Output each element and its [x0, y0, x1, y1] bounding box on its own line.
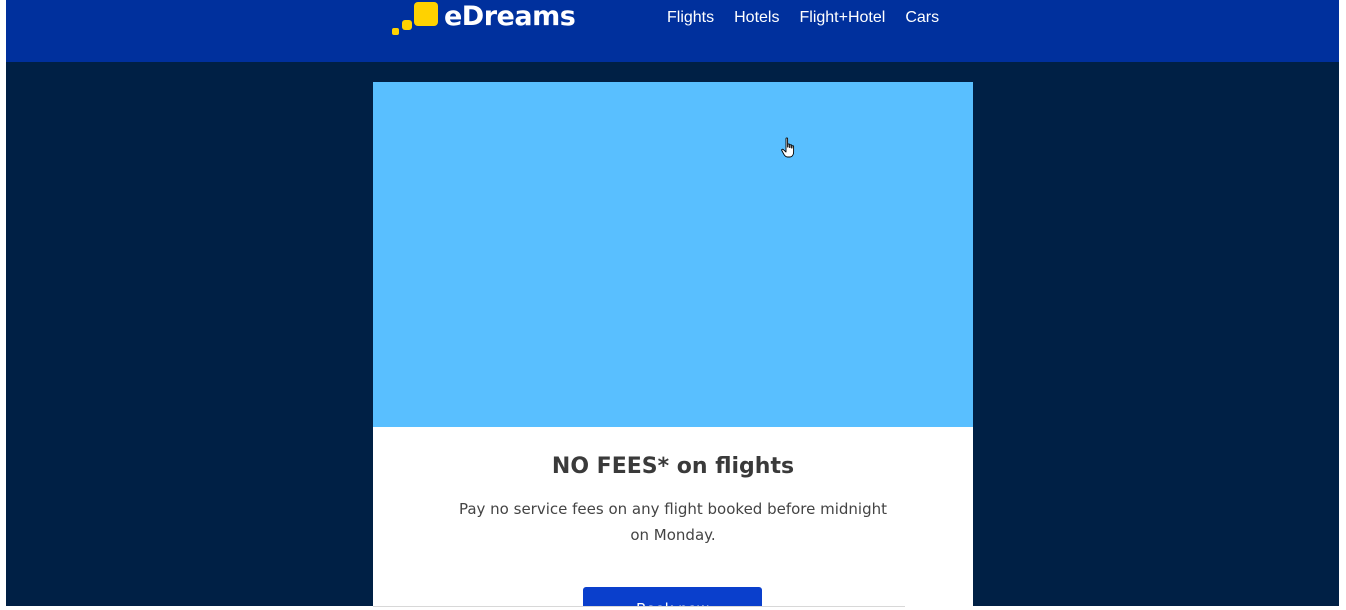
logo-dots-icon	[392, 0, 440, 40]
divider	[373, 606, 905, 607]
window-edge	[1339, 0, 1346, 610]
nav-item-cars[interactable]: Cars	[905, 8, 939, 28]
logo-text: eDreams	[444, 1, 576, 32]
main-nav: Flights Hotels Flight+Hotel Cars	[667, 8, 939, 28]
nav-item-hotels[interactable]: Hotels	[734, 8, 779, 28]
promo-description: Pay no service fees on any flight booked…	[458, 500, 888, 544]
nav-item-flights[interactable]: Flights	[667, 8, 714, 28]
promo-headline: NO FEES* on flights	[551, 454, 795, 479]
site-header: eDreams Flights Hotels Flight+Hotel Cars	[6, 0, 1339, 62]
promo-body: NO FEES* on flights Pay no service fees …	[373, 427, 973, 548]
nav-item-flight-hotel[interactable]: Flight+Hotel	[799, 8, 885, 28]
email-page: eDreams Flights Hotels Flight+Hotel Cars…	[6, 0, 1339, 610]
edreams-logo[interactable]: eDreams	[392, 0, 576, 40]
promo-hero-image[interactable]	[373, 82, 973, 427]
hand-pointer-icon	[781, 137, 795, 158]
promo-card: NO FEES* on flights Pay no service fees …	[373, 82, 973, 610]
